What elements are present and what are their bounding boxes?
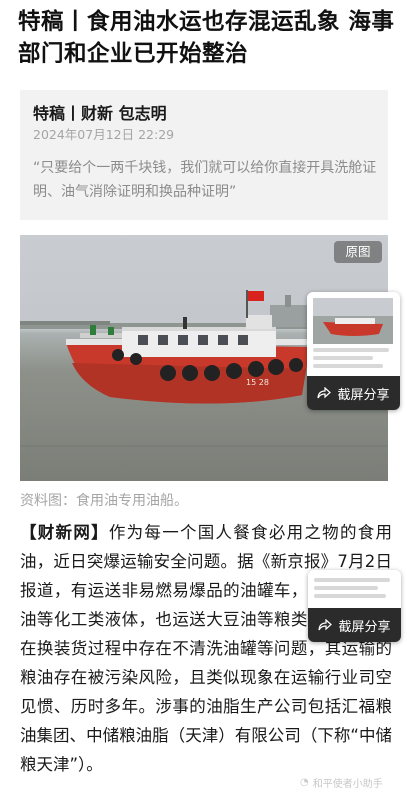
share-bar[interactable]: 截屏分享 <box>307 376 400 410</box>
byline: 特稿丨财新 包志明 <box>33 104 167 123</box>
article-headline: 特稿丨食用油水运也存混运乱象 海事部门和企业已开始整治 <box>18 9 395 67</box>
share-label: 截屏分享 <box>337 387 390 403</box>
watermark-text: 和平使者小助手 <box>312 779 383 790</box>
watermark-logo-icon: ◔ <box>300 777 309 788</box>
hull-number: 15 28 <box>246 378 269 387</box>
article-info-card: 特稿丨财新 包志明 2024年07月12日 22:29 “只要给个一两千块钱，我… <box>20 90 388 220</box>
screenshot-share-card[interactable]: 截屏分享 <box>307 292 400 410</box>
article-paragraph: 作为每一个国人餐食必用之物的食用油，近日突爆运输安全问题。据《新京报》7月2日报… <box>20 523 393 774</box>
share-arrow-icon <box>318 619 333 631</box>
original-image-button[interactable]: 原图 <box>334 241 382 263</box>
publish-time: 2024年07月12日 22:29 <box>33 127 175 142</box>
screenshot-share-card[interactable]: 截屏分享 <box>308 570 401 642</box>
article-source-tag: 【财新网】 <box>20 523 109 542</box>
article-body: 【财新网】作为每一个国人餐食必用之物的食用油，近日突爆运输安全问题。据《新京报》… <box>20 518 392 779</box>
summary-quote: “只要给个一两千块钱，我们就可以给你直接开具洗舱证明、油气消除证明和换品种证明” <box>33 160 377 200</box>
watermark: ◔ 和平使者小助手 <box>300 775 383 790</box>
share-label: 截屏分享 <box>338 619 391 635</box>
share-bar[interactable]: 截屏分享 <box>308 608 401 642</box>
photo-caption: 资料图：食用油专用油船。 <box>20 493 188 509</box>
share-arrow-icon <box>317 387 332 399</box>
